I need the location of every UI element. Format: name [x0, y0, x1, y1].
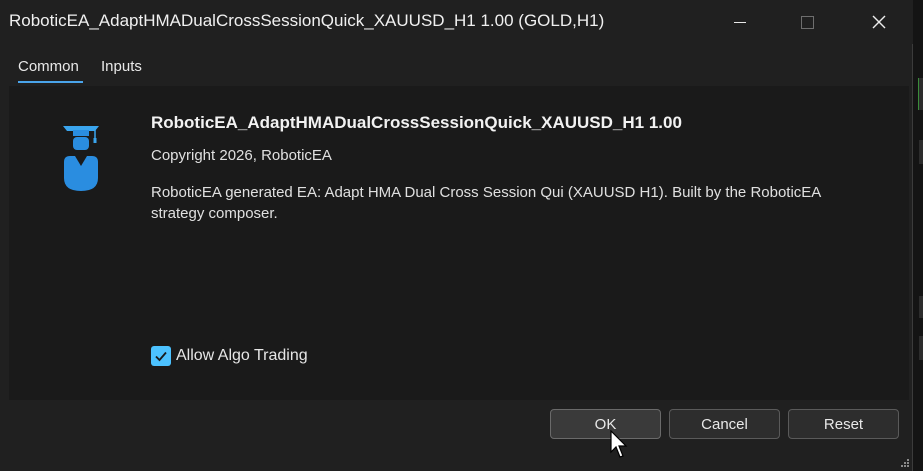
background-element — [919, 140, 923, 164]
checkmark-icon — [155, 351, 167, 362]
allow-algo-trading-checkbox[interactable] — [151, 346, 171, 366]
background-element — [919, 296, 923, 318]
maximize-icon — [800, 15, 814, 29]
background-element — [918, 78, 923, 110]
ea-copyright: Copyright 2026, RoboticEA — [151, 147, 332, 164]
background-element — [919, 336, 923, 360]
title-bar[interactable]: RoboticEA_AdaptHMADualCrossSessionQuick_… — [0, 0, 913, 44]
ea-name: RoboticEA_AdaptHMADualCrossSessionQuick_… — [151, 113, 682, 132]
graduate-user-icon — [63, 126, 99, 191]
ea-description: RoboticEA generated EA: Adapt HMA Dual C… — [151, 184, 821, 222]
maximize-button[interactable] — [784, 0, 830, 44]
window-title: RoboticEA_AdaptHMADualCrossSessionQuick_… — [9, 11, 605, 30]
close-button[interactable] — [856, 0, 902, 44]
cancel-button[interactable]: Cancel — [669, 409, 780, 439]
allow-algo-trading-option[interactable]: Allow Algo Trading — [151, 345, 308, 367]
ea-properties-dialog: RoboticEA_AdaptHMADualCrossSessionQuick_… — [0, 0, 913, 471]
minimize-icon — [734, 21, 746, 23]
close-icon — [872, 15, 886, 29]
tab-common[interactable]: Common — [18, 58, 79, 75]
resize-grip-icon[interactable] — [900, 458, 910, 468]
tab-bar: Common Inputs — [9, 54, 909, 84]
mouse-cursor-icon — [610, 430, 628, 458]
allow-algo-trading-label: Allow Algo Trading — [176, 347, 308, 364]
tab-inputs[interactable]: Inputs — [101, 58, 142, 75]
minimize-button[interactable] — [717, 0, 763, 44]
reset-button[interactable]: Reset — [788, 409, 899, 439]
background-terminal-edge — [913, 0, 923, 471]
active-tab-indicator — [18, 81, 83, 83]
common-tab-panel: RoboticEA_AdaptHMADualCrossSessionQuick_… — [9, 86, 909, 400]
ok-button[interactable]: OK — [550, 409, 661, 439]
